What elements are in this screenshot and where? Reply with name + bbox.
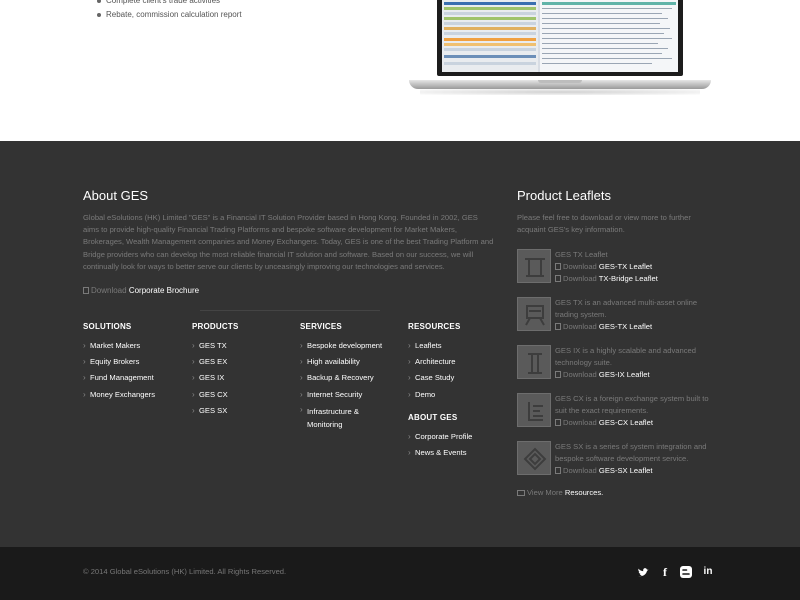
- ix-leaflet-thumbnail[interactable]: [517, 345, 551, 379]
- document-icon: [555, 275, 561, 282]
- footer-link[interactable]: Infrastructure & Monitoring: [300, 403, 382, 431]
- document-icon: [555, 323, 561, 330]
- twitter-icon[interactable]: [637, 565, 651, 579]
- about-description: Global eSolutions (HK) Limited "GES" is …: [83, 213, 494, 271]
- resources-link[interactable]: Resources.: [565, 488, 603, 497]
- about-ges-heading: ABOUT GES: [408, 412, 458, 422]
- footer-link[interactable]: Market Makers: [83, 338, 155, 354]
- resources-heading: RESOURCES: [408, 322, 461, 331]
- leaflet-description: GES TX is an advanced multi-asset online…: [555, 298, 698, 319]
- feature-item: Complete client's trade activities: [96, 0, 242, 8]
- leaflet-link[interactable]: GES-TX Leaflet: [599, 262, 652, 271]
- link-line: Monitoring: [307, 419, 343, 429]
- folder-icon: [517, 490, 525, 496]
- products-heading: PRODUCTS: [192, 322, 239, 331]
- footer-link[interactable]: Bespoke development: [300, 338, 382, 354]
- footer-link[interactable]: GES EX: [192, 354, 239, 370]
- services-column: SERVICES Bespoke development High availa…: [300, 322, 382, 431]
- document-icon: [83, 287, 89, 294]
- leaflet-link[interactable]: GES-SX Leaflet: [599, 466, 653, 475]
- leaflet-link[interactable]: GES-IX Leaflet: [599, 370, 650, 379]
- feature-list: Complete client's trade activities Rebat…: [96, 0, 242, 22]
- facebook-icon[interactable]: f: [658, 565, 672, 579]
- footer-link[interactable]: News & Events: [408, 445, 472, 461]
- download-label: Download: [91, 286, 127, 295]
- brochure-download[interactable]: Download Corporate Brochure: [83, 286, 199, 295]
- footer-link[interactable]: Architecture: [408, 354, 472, 370]
- leaflet-download[interactable]: Download GES-TX Leaflet: [555, 261, 715, 273]
- products-column: PRODUCTS GES TX GES EX GES IX GES CX GES…: [192, 322, 239, 419]
- solutions-column: SOLUTIONS Market Makers Equity Brokers F…: [83, 322, 155, 403]
- product-leaflets-intro: Please feel free to download or view mor…: [517, 213, 691, 235]
- download-label: Download: [563, 322, 597, 331]
- sx-leaflet-thumbnail[interactable]: [517, 441, 551, 475]
- footer-divider: [200, 310, 380, 311]
- footer-link[interactable]: Money Exchangers: [83, 387, 155, 403]
- download-label: Download: [563, 370, 597, 379]
- leaflet-link[interactable]: GES-CX Leaflet: [599, 418, 653, 427]
- linkedin-icon[interactable]: in: [701, 565, 715, 579]
- tx-leaflet-thumbnail[interactable]: [517, 249, 551, 283]
- resources-column: RESOURCES Leaflets Architecture Case Stu…: [408, 322, 472, 461]
- leaflet-download[interactable]: Download GES-SX Leaflet: [555, 465, 715, 477]
- footer-link[interactable]: GES IX: [192, 370, 239, 386]
- footer-link[interactable]: Case Study: [408, 370, 472, 386]
- download-label: Download: [563, 262, 597, 271]
- view-more-label: View More: [527, 488, 563, 497]
- leaflet-link[interactable]: GES-TX Leaflet: [599, 322, 652, 331]
- footer-link[interactable]: Demo: [408, 387, 472, 403]
- cx-leaflet-thumbnail[interactable]: [517, 393, 551, 427]
- footer-link[interactable]: Corporate Profile: [408, 429, 472, 445]
- leaflet-description: GES TX Leaflet: [555, 250, 608, 259]
- trading-platform-screenshot: [442, 0, 678, 72]
- document-icon: [555, 419, 561, 426]
- leaflet-description: GES CX is a foreign exchange system buil…: [555, 394, 709, 415]
- leaflet-description: GES SX is a series of system integration…: [555, 442, 707, 463]
- view-more-resources[interactable]: View More Resources.: [517, 488, 603, 497]
- product-leaflets-title: Product Leaflets: [517, 188, 611, 203]
- footer-link[interactable]: Backup & Recovery: [300, 370, 382, 386]
- leaflet-download[interactable]: Download GES-CX Leaflet: [555, 417, 715, 429]
- download-label: Download: [563, 418, 597, 427]
- about-title: About GES: [83, 188, 149, 203]
- document-icon: [555, 467, 561, 474]
- footer-link[interactable]: Equity Brokers: [83, 354, 155, 370]
- footer-link[interactable]: GES SX: [192, 403, 239, 419]
- document-icon: [555, 371, 561, 378]
- footer-link[interactable]: High availability: [300, 354, 382, 370]
- leaflet-download[interactable]: Download GES-TX Leaflet: [555, 321, 715, 333]
- footer-link[interactable]: GES CX: [192, 387, 239, 403]
- brochure-link[interactable]: Corporate Brochure: [129, 286, 199, 295]
- footer-link[interactable]: Internet Security: [300, 387, 382, 403]
- laptop-notch: [538, 80, 582, 83]
- link-line: Infrastructure &: [307, 406, 359, 416]
- footer-link[interactable]: Fund Management: [83, 370, 155, 386]
- tx-system-thumbnail[interactable]: [517, 297, 551, 331]
- footer-link[interactable]: Leaflets: [408, 338, 472, 354]
- download-label: Download: [563, 274, 597, 283]
- feature-item: Rebate, commission calculation report: [96, 8, 242, 22]
- leaflet-download[interactable]: Download GES-IX Leaflet: [555, 369, 715, 381]
- copyright-text: © 2014 Global eSolutions (HK) Limited. A…: [83, 567, 287, 576]
- download-label: Download: [563, 466, 597, 475]
- leaflet-link[interactable]: TX-Bridge Leaflet: [599, 274, 658, 283]
- solutions-heading: SOLUTIONS: [83, 322, 132, 331]
- leaflet-download[interactable]: Download TX-Bridge Leaflet: [555, 273, 715, 285]
- document-icon: [555, 263, 561, 270]
- laptop-shadow: [420, 89, 700, 95]
- services-heading: SERVICES: [300, 322, 342, 331]
- leaflet-description: GES IX is a highly scalable and advanced…: [555, 346, 696, 367]
- footer-link[interactable]: GES TX: [192, 338, 239, 354]
- blogger-icon[interactable]: [679, 565, 693, 579]
